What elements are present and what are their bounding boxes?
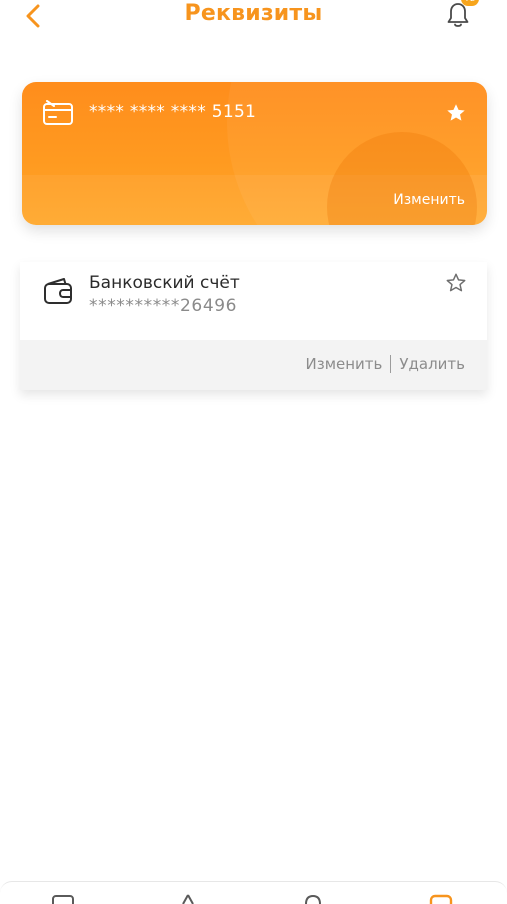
card-edit-button[interactable]: Изменить [393, 192, 465, 208]
account-edit-button[interactable]: Изменить [306, 355, 383, 373]
header: Реквизиты 72 [0, 0, 507, 34]
payment-card[interactable]: **** **** **** 5151 Изменить [22, 82, 487, 225]
card-icon [43, 100, 73, 125]
bottom-tab-bar [0, 881, 507, 904]
actions-group: Изменить Удалить [306, 355, 465, 373]
bank-account-item[interactable]: Банковский счёт **********26496 Изменить… [20, 262, 487, 390]
location-icon[interactable] [175, 894, 201, 904]
page-title: Реквизиты [184, 1, 323, 26]
account-number: **********26496 [89, 296, 238, 316]
account-actions: Изменить Удалить [20, 340, 487, 390]
divider [390, 355, 392, 373]
star-outline-icon[interactable] [445, 272, 467, 294]
account-title: Банковский счёт [89, 273, 240, 293]
card-number: **** **** **** 5151 [89, 102, 257, 122]
profile-icon[interactable] [428, 894, 454, 904]
star-filled-icon[interactable] [445, 102, 467, 124]
wallet-icon [44, 278, 72, 304]
notifications-button[interactable]: 72 [443, 0, 479, 30]
bag-icon[interactable] [300, 894, 326, 904]
home-icon[interactable] [50, 894, 76, 904]
account-delete-button[interactable]: Удалить [399, 355, 465, 373]
